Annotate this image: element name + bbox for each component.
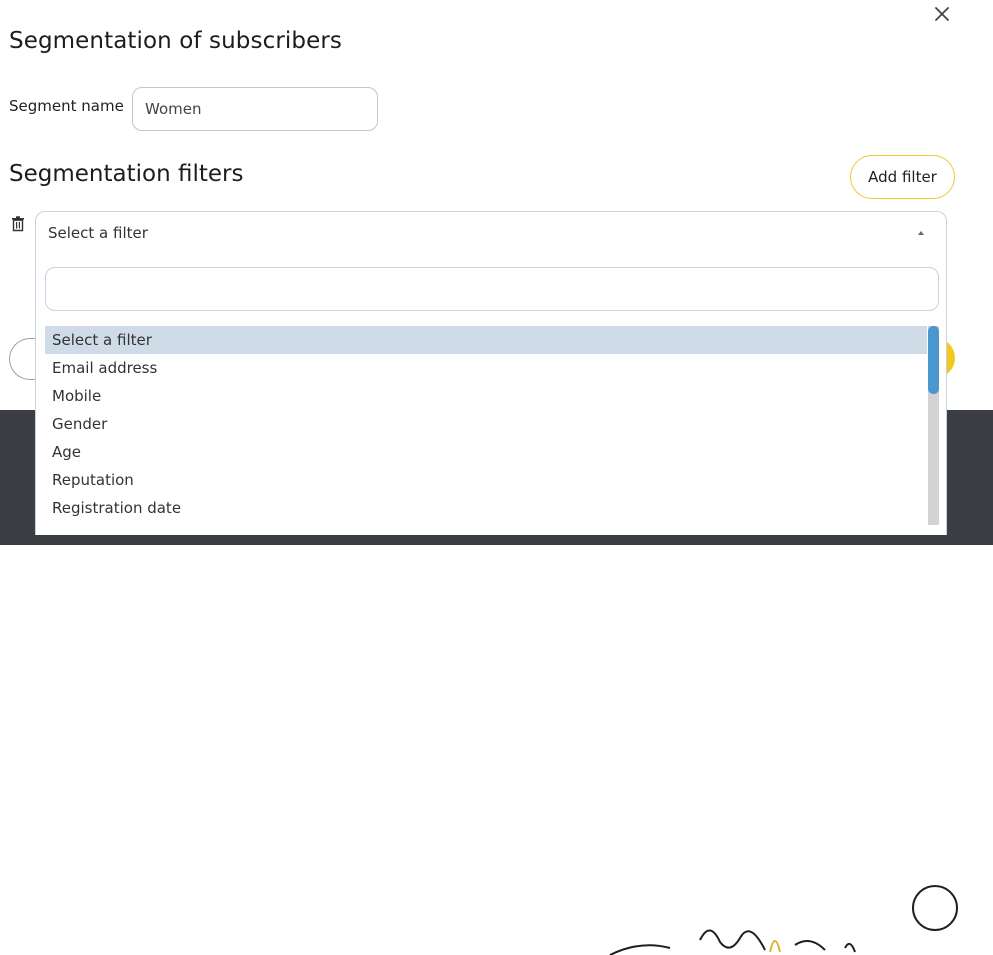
caret-up-icon [918, 231, 924, 235]
filter-option[interactable]: Reputation [45, 466, 927, 494]
filter-option[interactable]: Registration date [45, 494, 927, 522]
filter-select[interactable]: Select a filter [35, 211, 947, 255]
filter-options-list: Select a filter Email address Mobile Gen… [45, 326, 927, 525]
add-filter-button[interactable]: Add filter [850, 155, 955, 199]
filter-option[interactable]: Select a filter [45, 326, 927, 354]
modal-title: Segmentation of subscribers [9, 28, 342, 54]
filter-search-input[interactable] [45, 267, 939, 311]
footer-illustration [609, 885, 958, 955]
filter-option[interactable]: Age [45, 438, 927, 466]
segment-name-label: Segment name [9, 97, 124, 115]
filter-option[interactable]: Gender [45, 410, 927, 438]
segmentation-filters-heading: Segmentation filters [9, 161, 244, 187]
filter-select-value: Select a filter [48, 224, 148, 242]
close-button[interactable] [930, 2, 954, 26]
close-icon [935, 7, 949, 21]
filter-dropdown: Select a filter Email address Mobile Gen… [35, 255, 947, 535]
filter-option[interactable]: Email address [45, 354, 927, 382]
filter-option[interactable]: Mobile [45, 382, 927, 410]
trash-icon[interactable] [11, 216, 25, 232]
segment-name-input[interactable] [132, 87, 378, 131]
dropdown-scrollbar[interactable] [928, 326, 939, 525]
scrollbar-thumb[interactable] [928, 326, 939, 394]
